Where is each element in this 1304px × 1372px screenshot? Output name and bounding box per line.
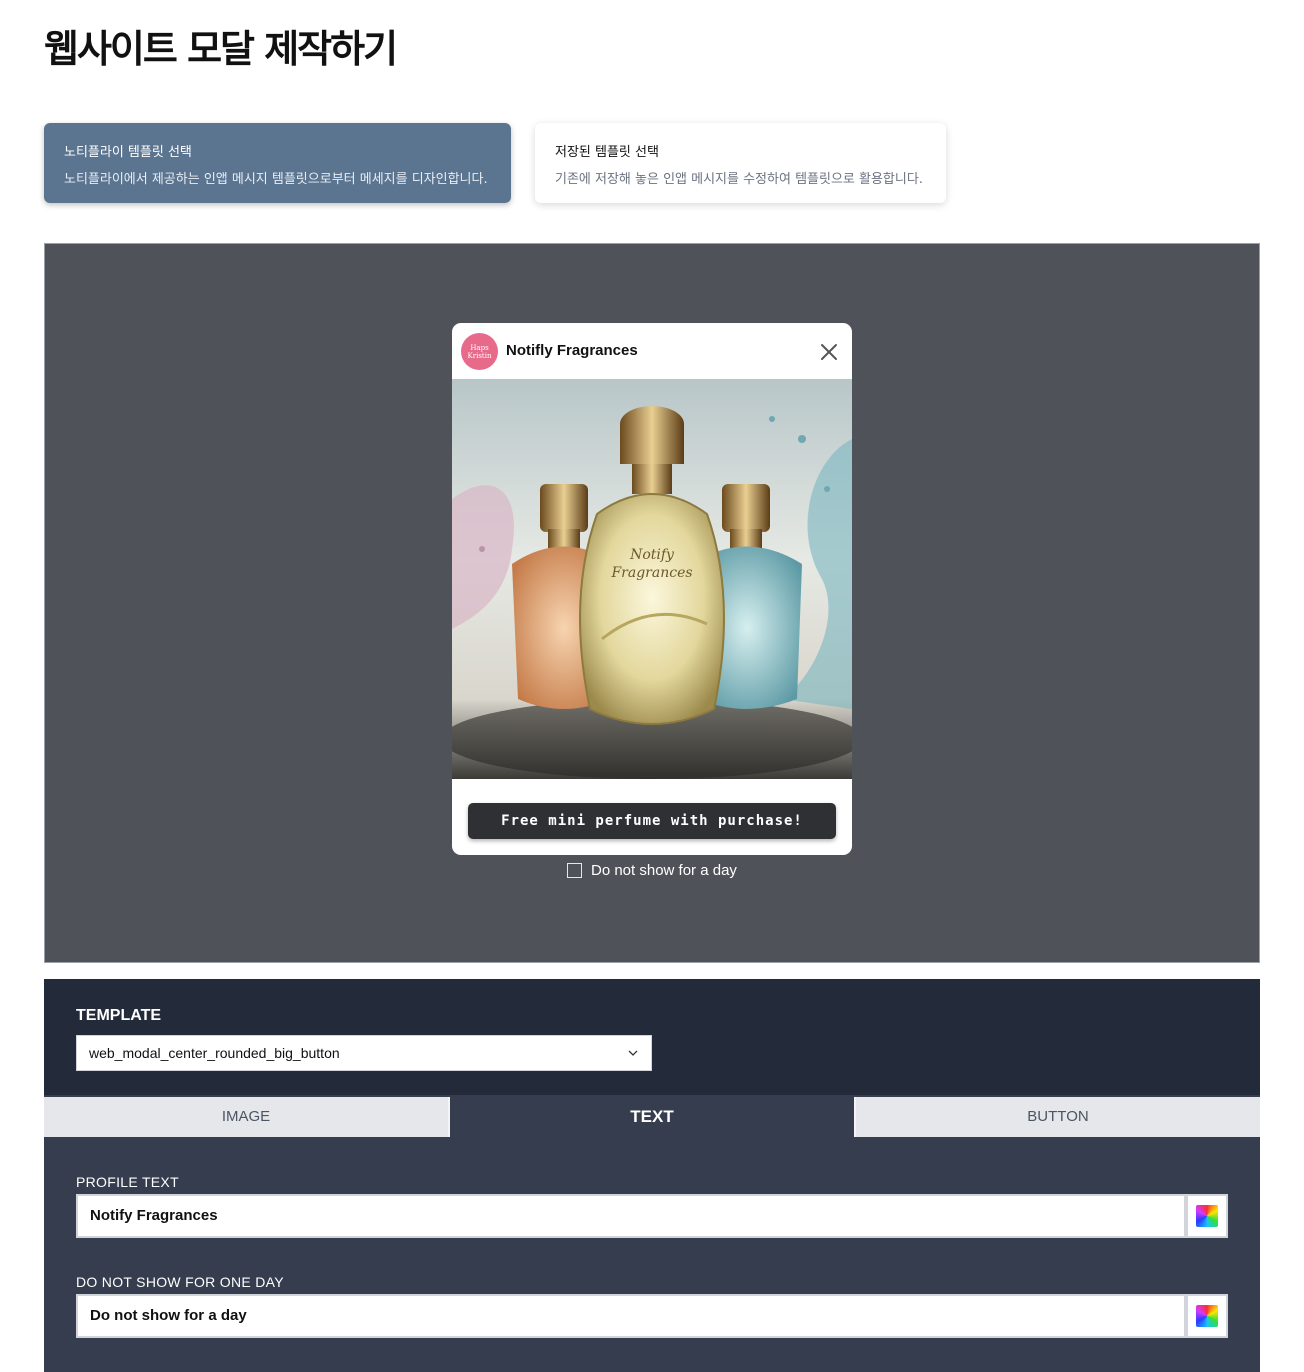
card-title: 저장된 템플릿 선택 [555,145,659,160]
modal-popup: Haps Kristin Notifly Fragrances Notify F… [452,323,852,855]
dont-show-text-label: DO NOT SHOW FOR ONE DAY [76,1274,284,1290]
cta-button[interactable]: Free mini perfume with purchase! [468,803,836,839]
profile-text-label: PROFILE TEXT [76,1174,179,1190]
template-label: TEMPLATE [76,1007,162,1024]
card-title: 노티플라이 템플릿 선택 [64,145,192,160]
dont-show-label: Do not show for a day [591,862,737,879]
bottle-label: Fragrances [610,565,692,581]
page-title: 웹사이트 모달 제작하기 [44,27,398,71]
template-select[interactable]: web_modal_center_rounded_big_button [76,1035,652,1071]
dont-show-text-input[interactable]: Do not show for a day [76,1294,1186,1338]
notifly-template-card[interactable]: 노티플라이 템플릿 선택 노티플라이에서 제공하는 인앱 메시지 템플릿으로부터… [44,123,511,203]
saved-template-card[interactable]: 저장된 템플릿 선택 기존에 저장해 놓은 인앱 메시지를 수정하여 템플릿으로… [535,123,946,203]
card-description: 노티플라이에서 제공하는 인앱 메시지 템플릿으로부터 메세지를 디자인합니다. [64,172,488,187]
template-editor: TEMPLATE web_modal_center_rounded_big_bu… [44,979,1260,1372]
dont-show-option[interactable]: Do not show for a day [567,862,737,879]
modal-preview-area: Haps Kristin Notifly Fragrances Notify F… [44,243,1260,963]
bottle-label: Notify [629,547,675,563]
dont-show-text-color-button[interactable] [1186,1294,1228,1338]
card-description: 기존에 저장해 놓은 인앱 메시지를 수정하여 템플릿으로 활용합니다. [555,172,923,187]
tab-image[interactable]: IMAGE [44,1097,448,1137]
template-select-value: web_modal_center_rounded_big_button [89,1045,340,1061]
profile-text-color-button[interactable] [1186,1194,1228,1238]
color-picker-icon [1196,1205,1218,1227]
avatar-text: Haps Kristin [467,344,492,360]
editor-tabs: IMAGE TEXT BUTTON [44,1097,1260,1137]
perfume-image: Notify Fragrances [452,379,852,779]
tab-text[interactable]: TEXT [448,1097,856,1137]
template-selector-section: TEMPLATE web_modal_center_rounded_big_bu… [44,979,1260,1095]
color-picker-icon [1196,1305,1218,1327]
dont-show-checkbox[interactable] [567,863,582,878]
chevron-down-icon [628,1050,638,1056]
modal-header: Haps Kristin Notifly Fragrances [452,323,852,379]
profile-text-input[interactable]: Notify Fragrances [76,1194,1186,1238]
profile-name: Notifly Fragrances [506,342,638,359]
tab-button[interactable]: BUTTON [856,1097,1260,1137]
avatar: Haps Kristin [461,333,498,370]
close-icon[interactable] [820,343,838,361]
